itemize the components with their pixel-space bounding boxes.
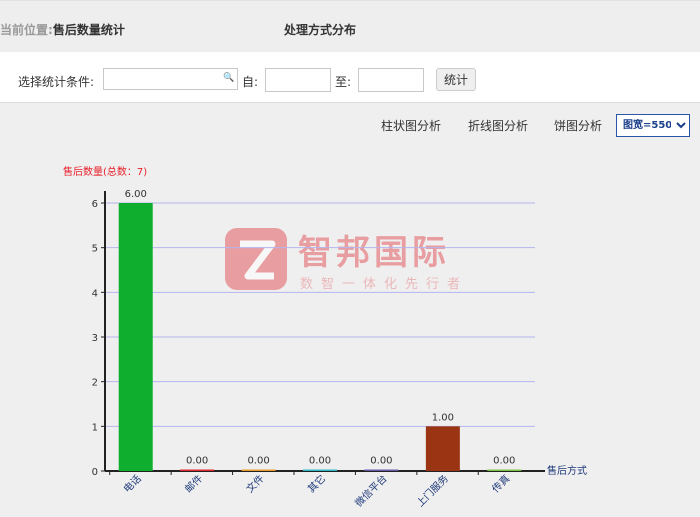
y-tick-label: 1 (92, 422, 98, 433)
pie-chart-analysis-link[interactable]: 饼图分析 (554, 117, 602, 134)
value-label: 1.00 (432, 412, 454, 423)
watermark-logo-icon (225, 228, 287, 290)
bar-5 (425, 426, 460, 471)
watermark-slogan: 数智一体化先行者 (300, 277, 468, 292)
chart-width-select[interactable]: 图宽=550 (616, 114, 690, 137)
value-label: 0.00 (186, 456, 208, 467)
panel-title: 处理方式分布 (284, 23, 357, 37)
x-tick-label: 传真 (489, 472, 512, 495)
breadcrumb: 当前位置:售后数量统计 (0, 21, 125, 38)
header-bar: 当前位置:售后数量统计 处理方式分布 (0, 0, 700, 53)
x-tick-label: 微信平台 (352, 472, 389, 509)
bar-0 (118, 203, 153, 471)
bar-6 (487, 469, 522, 471)
value-label: 0.00 (247, 456, 269, 467)
bar-3 (303, 469, 337, 471)
bar-2 (241, 469, 276, 471)
filter-bar: 选择统计条件: 🔍 自: 至: 统计 (0, 52, 700, 103)
breadcrumb-current: 售后数量统计 (52, 23, 125, 37)
condition-input[interactable] (103, 68, 238, 90)
stat-button[interactable]: 统计 (436, 68, 476, 91)
condition-label: 选择统计条件: (18, 75, 95, 89)
from-label: 自: (242, 75, 259, 89)
chart-title: 售后数量(总数：7) (63, 165, 147, 178)
y-tick-label: 3 (92, 333, 98, 344)
bar-chart: 智邦国际 数智一体化先行者 售后数量(总数：7) 0 1 2 3 4 5 6 6.00 电话 0… (63, 165, 587, 509)
y-tick-label: 0 (92, 467, 98, 478)
bar-4 (364, 469, 399, 471)
x-tick-label: 其它 (305, 472, 328, 495)
value-label: 0.00 (370, 456, 392, 467)
value-label: 0.00 (309, 456, 331, 467)
x-axis-label: 售后方式 (547, 464, 587, 477)
line-chart-analysis-link[interactable]: 折线图分析 (468, 117, 528, 134)
from-date-input[interactable] (265, 68, 331, 92)
to-date-input[interactable] (358, 68, 424, 92)
watermark: 智邦国际 数智一体化先行者 (225, 228, 468, 292)
search-icon[interactable]: 🔍 (223, 73, 234, 83)
y-tick-label: 6 (92, 199, 98, 210)
bar-chart-analysis-link[interactable]: 柱状图分析 (381, 117, 441, 134)
breadcrumb-label: 当前位置: (0, 23, 53, 37)
watermark-name: 智邦国际 (298, 233, 450, 273)
y-tick-label: 5 (92, 244, 98, 255)
x-tick-label: 邮件 (182, 472, 205, 495)
y-tick-label: 4 (92, 288, 98, 299)
y-tick-label: 2 (92, 378, 98, 389)
value-label: 0.00 (493, 456, 515, 467)
bar-1 (180, 469, 215, 471)
x-tick-label: 文件 (243, 472, 266, 495)
value-label: 6.00 (125, 189, 147, 200)
x-tick-label: 上门服务 (414, 472, 451, 509)
x-tick-label: 电话 (121, 472, 144, 495)
to-label: 至: (335, 75, 352, 89)
